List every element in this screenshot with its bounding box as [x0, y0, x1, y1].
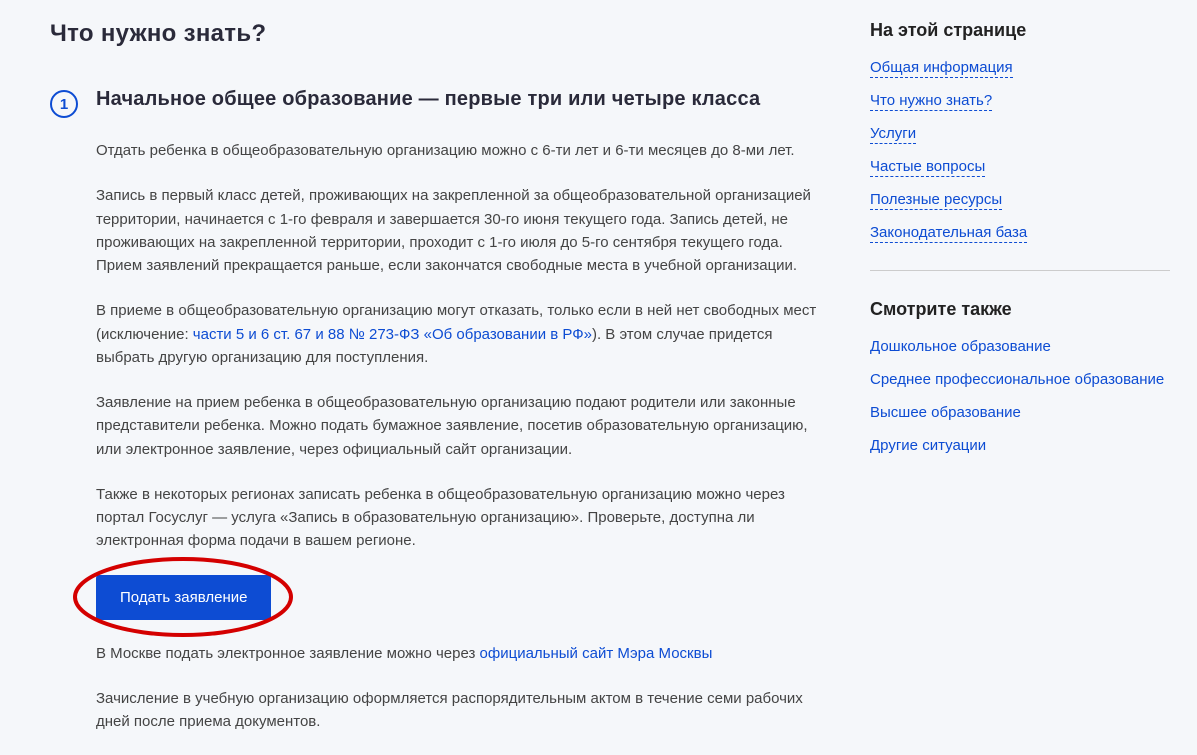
- paragraph: В Москве подать электронное заявление мо…: [96, 642, 820, 665]
- paragraph: Отдать ребенка в общеобразовательную орг…: [96, 139, 820, 162]
- paragraph: Также в некоторых регионах записать ребе…: [96, 483, 820, 553]
- paragraph: Заявление на прием ребенка в общеобразов…: [96, 391, 820, 461]
- related-link-other[interactable]: Другие ситуации: [870, 437, 986, 454]
- step-badge: 1: [50, 90, 78, 118]
- nav-link-resources[interactable]: Полезные ресурсы: [870, 191, 1002, 210]
- nav-link-faq[interactable]: Частые вопросы: [870, 158, 985, 177]
- sidebar: На этой странице Общая информация Что ну…: [850, 20, 1170, 755]
- divider: [870, 270, 1170, 271]
- nav-link-need-to-know[interactable]: Что нужно знать?: [870, 92, 992, 111]
- section-row: 1 Начальное общее образование — первые т…: [50, 88, 820, 755]
- sidebar-nav-title: На этой странице: [870, 20, 1170, 41]
- nav-link-general[interactable]: Общая информация: [870, 59, 1013, 78]
- paragraph: В приеме в общеобразовательную организац…: [96, 299, 820, 369]
- law-link[interactable]: части 5 и 6 ст. 67 и 88 № 273-ФЗ «Об обр…: [193, 326, 592, 343]
- related-link-secondary[interactable]: Среднее профессиональное образование: [870, 371, 1164, 388]
- related-link-higher[interactable]: Высшее образование: [870, 404, 1021, 421]
- nav-links: Общая информация Что нужно знать? Услуги…: [870, 59, 1170, 242]
- nav-link-services[interactable]: Услуги: [870, 125, 916, 144]
- paragraph: Запись в первый класс детей, проживающих…: [96, 184, 820, 277]
- related-link-preschool[interactable]: Дошкольное образование: [870, 338, 1051, 355]
- sidebar-related-title: Смотрите также: [870, 299, 1170, 320]
- nav-link-legislation[interactable]: Законодательная база: [870, 224, 1027, 243]
- section-heading: Начальное общее образование — первые три…: [96, 88, 820, 111]
- text: В Москве подать электронное заявление мо…: [96, 645, 480, 662]
- related-links: Дошкольное образование Среднее профессио…: [870, 338, 1170, 455]
- mayor-site-link[interactable]: официальный сайт Мэра Москвы: [480, 645, 713, 662]
- page-title: Что нужно знать?: [50, 20, 820, 48]
- paragraph: Зачисление в учебную организацию оформля…: [96, 687, 820, 734]
- submit-application-button[interactable]: Подать заявление: [96, 575, 271, 620]
